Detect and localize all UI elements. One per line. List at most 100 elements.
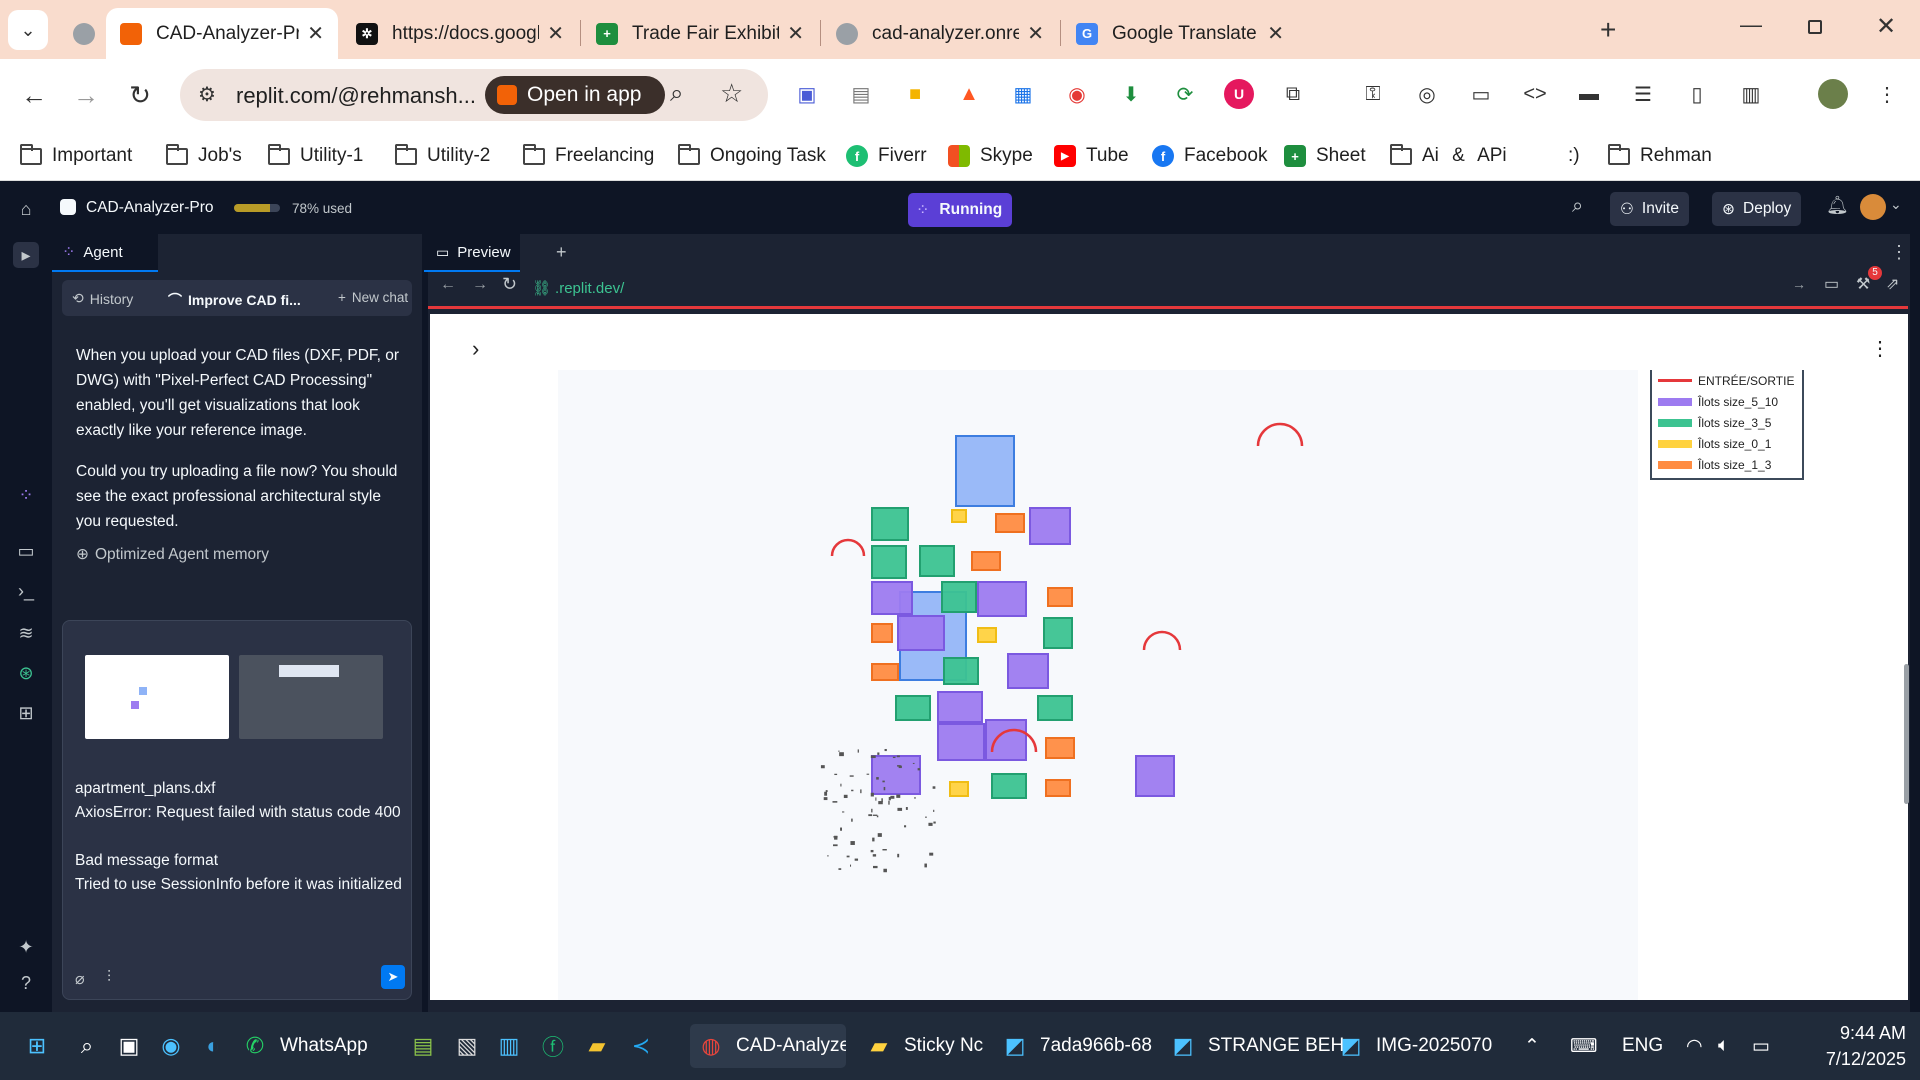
battery-icon[interactable]: ▭ <box>1752 1024 1770 1068</box>
search-icon[interactable]: ⌕ <box>1572 195 1583 218</box>
vscode-button[interactable]: ≺ <box>626 1024 656 1068</box>
bookmark-skype[interactable]: Skype <box>948 139 1033 173</box>
taskbar-image-3[interactable]: ◩ IMG-2025070 <box>1336 1024 1493 1068</box>
chat-input-text[interactable]: apartment_plans.dxf AxiosError: Request … <box>75 777 405 897</box>
bell-icon[interactable]: 🔔︎ <box>1826 195 1849 216</box>
shell-icon[interactable]: ›_ <box>13 578 39 604</box>
address-text[interactable]: replit.com/@rehmansh... <box>236 83 476 109</box>
bookmark-important[interactable]: Important <box>20 139 132 173</box>
notes-button[interactable]: ▤ <box>408 1024 438 1068</box>
bookmark-jobs[interactable]: Job's <box>166 139 242 173</box>
menu-dots-icon[interactable]: ⋮ <box>1872 79 1902 109</box>
send-button[interactable]: ➤ <box>381 965 405 989</box>
project-name[interactable]: CAD-Analyzer-Pro <box>86 199 213 217</box>
explorer-button[interactable]: ▰ <box>582 1024 612 1068</box>
close-icon[interactable]: ✕ <box>787 21 804 46</box>
tab-cad-analyzer[interactable]: CAD-Analyzer-Pro - Replit ✕ <box>106 8 338 59</box>
search-button[interactable]: ⌕ <box>72 1024 102 1068</box>
extension-icon[interactable]: ◉ <box>1062 79 1092 109</box>
taskbar-sticky-notes[interactable]: ▰ Sticky Nc <box>864 1024 984 1068</box>
reading-list-icon[interactable]: ☰ <box>1628 79 1658 109</box>
keyboard-icon[interactable]: ⌨ <box>1570 1024 1597 1068</box>
preview-go-icon[interactable]: → <box>1792 276 1806 292</box>
bookmark-utility-2[interactable]: Utility-2 <box>395 139 490 173</box>
site-settings-icon[interactable]: ⚙ <box>198 82 216 107</box>
bookmark-rehman[interactable]: Rehman <box>1608 139 1712 173</box>
preview-url-bar[interactable]: ⛓ .replit.dev/ <box>532 276 1822 300</box>
minimize-icon[interactable]: — <box>1740 12 1762 38</box>
sparkle-icon[interactable]: ✦ <box>13 934 39 960</box>
extension-icon[interactable]: ■ <box>900 79 930 109</box>
bookmark-sheet[interactable]: + Sheet <box>1284 139 1366 173</box>
all-tools-icon[interactable]: ⊞ <box>13 700 39 726</box>
extension-icon[interactable]: ▣ <box>792 79 822 109</box>
chevron-down-icon[interactable]: ⌄ <box>1890 196 1902 213</box>
extension-icon[interactable]: ⟳ <box>1170 79 1200 109</box>
taskbar-whatsapp[interactable]: ✆ WhatsApp <box>240 1024 368 1068</box>
help-icon[interactable]: ? <box>13 970 39 996</box>
deploy-button[interactable]: ⊛ Deploy <box>1712 192 1802 226</box>
tab-google-docs[interactable]: ✲ https://docs.google.com ✕ <box>342 8 578 59</box>
user-avatar[interactable] <box>1860 194 1886 220</box>
taskbar-chrome[interactable]: ◍ CAD-Analyzer <box>690 1024 846 1068</box>
attachment-thumbnail[interactable] <box>239 655 383 739</box>
bookmark-utility-1[interactable]: Utility-1 <box>268 139 363 173</box>
devtools-icon[interactable]: ⚒ <box>1856 274 1870 294</box>
puzzle-icon[interactable]: ⧉ <box>1278 79 1308 109</box>
preview-tab[interactable]: ▭ Preview <box>424 234 520 272</box>
attachment-thumbnail[interactable] <box>85 655 229 739</box>
preview-nav-back-icon[interactable]: ← <box>440 276 456 294</box>
preview-nav-forward-icon[interactable]: → <box>472 276 488 294</box>
store-button[interactable]: ▥ <box>494 1024 524 1068</box>
volume-icon[interactable]: 🔈︎ <box>1718 1024 1729 1068</box>
forward-arrow-icon[interactable]: → <box>66 75 106 115</box>
home-icon[interactable]: ⌂ <box>13 196 39 222</box>
taskbar-image-1[interactable]: ◩ 7ada966b-68 <box>1000 1024 1152 1068</box>
bookmark-ai-api[interactable]: Ai & APi <box>1390 139 1507 173</box>
bookmark-smiley[interactable]: :) <box>1568 139 1580 173</box>
back-arrow-icon[interactable]: ← <box>14 75 54 115</box>
zoom-icon[interactable]: ⌕ <box>670 80 683 108</box>
add-tab-button[interactable]: + <box>556 242 567 263</box>
book-icon[interactable]: ▯ <box>1682 79 1712 109</box>
restore-icon[interactable] <box>1808 20 1822 34</box>
agent-tab[interactable]: ⁘ Agent <box>52 234 158 272</box>
tab-onrender[interactable]: cad-analyzer.onrender.com ✕ <box>822 8 1058 59</box>
run-button[interactable]: ⁘ Running <box>908 193 1012 227</box>
bookmark-star-icon[interactable]: ☆ <box>720 78 743 109</box>
chat-input-box[interactable]: apartment_plans.dxf AxiosError: Request … <box>62 620 412 1000</box>
open-in-app-button[interactable]: Open in app <box>485 76 665 114</box>
clock[interactable]: 9:44 AM 7/12/2025 <box>1800 1020 1906 1072</box>
deployments-icon[interactable]: ⊛ <box>13 660 39 686</box>
close-icon[interactable]: ✕ <box>307 21 324 46</box>
tab-globe[interactable] <box>66 8 102 59</box>
language-indicator[interactable]: ENG <box>1622 1024 1663 1068</box>
extension-icon[interactable]: ▲ <box>954 79 984 109</box>
extension-icon[interactable]: ▤ <box>846 79 876 109</box>
extension-icon[interactable]: ▦ <box>1008 79 1038 109</box>
bookmark-facebook[interactable]: f Facebook <box>1152 139 1267 173</box>
chat-title[interactable]: ⌒ Improve CAD fi... <box>168 290 301 310</box>
bookmark-fiverr[interactable]: f Fiverr <box>846 139 927 173</box>
close-icon[interactable]: ✕ <box>1027 21 1044 46</box>
tab-google-translate[interactable]: G Google Translate ✕ <box>1062 8 1298 59</box>
new-chat-button[interactable]: + New chat <box>338 290 408 305</box>
tab-search-button[interactable]: ⌄ <box>8 10 48 50</box>
close-window-icon[interactable]: ✕ <box>1876 12 1896 41</box>
password-icon[interactable]: ⚿ <box>1358 79 1388 109</box>
reload-icon[interactable]: ↻ <box>120 75 160 115</box>
extension-icon[interactable]: U <box>1224 79 1254 109</box>
new-tab-button[interactable]: + <box>1600 14 1616 46</box>
agent-icon[interactable]: ⁘ <box>13 482 39 508</box>
devices-icon[interactable]: ▭ <box>1466 79 1496 109</box>
paperclip-icon[interactable]: ⌀ <box>75 969 85 989</box>
taskbar-image-2[interactable]: ◩ STRANGE BEH <box>1168 1024 1345 1068</box>
app-button[interactable]: ▧ <box>452 1024 482 1068</box>
scrollbar[interactable] <box>1904 664 1909 804</box>
preview-reload-icon[interactable]: ↻ <box>502 274 517 295</box>
usage-bar[interactable] <box>234 204 280 212</box>
invite-button[interactable]: ⚇ Invite <box>1610 192 1689 226</box>
bookmark-tube[interactable]: ▶ Tube <box>1054 139 1129 173</box>
preview-icon[interactable]: ▭ <box>13 538 39 564</box>
tray-overflow-icon[interactable]: ⌃ <box>1524 1024 1540 1068</box>
